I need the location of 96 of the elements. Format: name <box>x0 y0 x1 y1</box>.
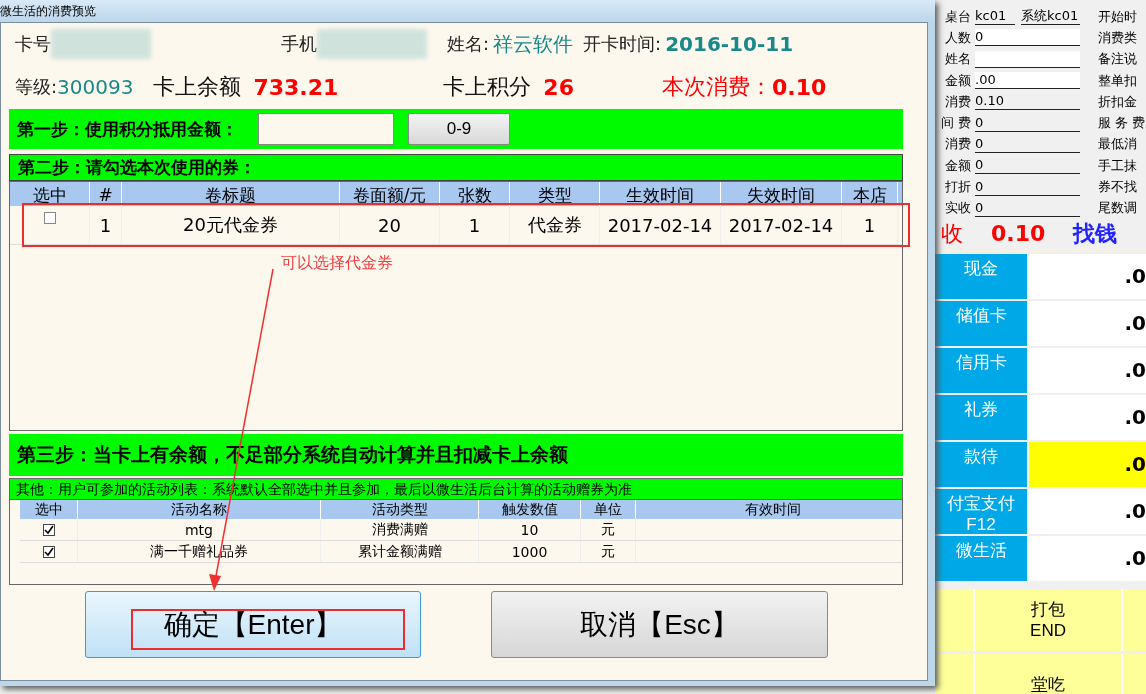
annotation-text: 可以选择代金券 <box>281 253 393 274</box>
card-label: 卡号 <box>15 32 51 56</box>
table-cell: 累计金额满赠 <box>357 542 442 561</box>
field-label: 金额 <box>944 156 971 175</box>
input-field[interactable]: 0 <box>975 199 1080 217</box>
phone-label: 手机 <box>281 32 317 56</box>
field-label: 服 务 费 <box>1098 114 1146 133</box>
column-header: 类型 <box>510 182 600 206</box>
input-field[interactable]: 系统kc01 <box>1021 8 1080 26</box>
table-cell: 2017-02-14 <box>721 206 842 244</box>
field-label: 最低消 <box>1098 135 1137 154</box>
table-cell: 20 <box>340 206 440 244</box>
open-date-label: 开卡时间: <box>583 32 662 56</box>
amount-field[interactable]: .0 <box>1029 488 1146 534</box>
checkbox[interactable] <box>42 523 55 536</box>
amount-field[interactable]: .0 <box>1029 394 1146 440</box>
field-label: 券不找 <box>1098 178 1137 196</box>
table-cell: 元 <box>601 520 615 539</box>
table-cell: 元 <box>601 542 615 561</box>
input-field[interactable]: 0 <box>975 114 1080 132</box>
column-header: 失效时间 <box>721 182 842 206</box>
level-label: 等级: <box>15 75 58 99</box>
column-header: 活动类型 <box>321 500 479 519</box>
column-header: 本店 <box>842 182 898 206</box>
column-header: 生效时间 <box>600 182 721 206</box>
field-label: 折扣金 <box>1098 92 1137 111</box>
input-field[interactable]: 0.10 <box>975 93 1080 111</box>
column-header: 选中 <box>20 500 78 519</box>
field-label: 整单扣 <box>1098 71 1137 90</box>
input-field[interactable]: .00 <box>975 72 1080 90</box>
field-label: 消费 <box>944 135 971 154</box>
member-name: 祥云软件 <box>493 30 574 58</box>
field-label: 消费 <box>944 92 971 111</box>
field-label: 尾数调 <box>1098 199 1137 218</box>
field-label: 消费类 <box>1098 28 1137 47</box>
amount-field[interactable]: .0 <box>1029 300 1146 346</box>
input-field[interactable]: kc01 <box>975 8 1015 26</box>
field-label: 姓名 <box>944 50 971 69</box>
column-header: 活动名称 <box>78 500 321 519</box>
amount-field[interactable]: .0 <box>1029 441 1146 487</box>
window-title: 微生活的消费预览 <box>0 2 96 20</box>
input-field[interactable]: 0 <box>975 135 1080 153</box>
column-header: 卷面额/元 <box>340 182 440 206</box>
table-cell: 消费满赠 <box>371 520 428 539</box>
balance-value: 733.21 <box>253 74 339 100</box>
column-header: 有效时间 <box>636 500 902 519</box>
field-label: 备注说 <box>1098 50 1137 69</box>
level-value: 300093 <box>57 75 134 99</box>
points-value: 26 <box>543 74 574 100</box>
field-label: 间 费 <box>939 114 971 133</box>
input-field[interactable] <box>975 50 1080 68</box>
table-cell: 1 <box>440 206 510 244</box>
table-cell: 1 <box>842 206 898 244</box>
dialog-button[interactable]: 确定【Enter】 <box>85 591 421 658</box>
checkbox[interactable] <box>43 212 56 224</box>
amount-field[interactable]: .0 <box>1029 535 1146 581</box>
points-input[interactable] <box>258 113 394 145</box>
field-label: 手工抹 <box>1098 156 1137 175</box>
table-cell: 1 <box>90 206 122 244</box>
change-label: 找钱 <box>1073 219 1118 248</box>
table-cell: 2017-02-14 <box>600 206 721 244</box>
table-cell: 1000 <box>511 543 548 560</box>
amount-field[interactable]: .0 <box>1029 347 1146 393</box>
field-label: 打折 <box>944 178 971 196</box>
input-field[interactable]: 0 <box>975 29 1080 47</box>
field-label: 实收 <box>944 199 971 218</box>
column-header: # <box>90 182 122 206</box>
step-title: 第二步：请勾选本次使用的券： <box>18 157 256 179</box>
due-label: 收 <box>941 219 963 248</box>
table-cell: 20元代金券 <box>122 206 340 244</box>
consume-value: 0.10 <box>771 74 827 100</box>
input-field[interactable]: 0 <box>975 178 1080 196</box>
field-label: 开始时 <box>1098 7 1137 26</box>
amount-field[interactable]: .0 <box>1029 253 1146 299</box>
points-label: 卡上积分 <box>443 73 532 101</box>
step-title: 第一步：使用积分抵用金额： <box>17 118 238 141</box>
column-header: 张数 <box>440 182 510 206</box>
field-label: 桌台 <box>944 7 971 26</box>
balance-label: 卡上余额 <box>153 73 242 101</box>
table-cell: 代金券 <box>510 206 600 244</box>
input-field[interactable]: 0 <box>975 157 1080 175</box>
checkbox[interactable] <box>42 545 55 558</box>
column-header: 触发数值 <box>479 500 581 519</box>
table-cell: 10 <box>520 521 539 538</box>
column-header: 单位 <box>581 500 636 519</box>
column-header: 选中 <box>10 182 90 206</box>
keypad-button[interactable]: 0-9 <box>408 113 510 145</box>
open-date: 2016-10-11 <box>665 32 794 56</box>
field-label: 人数 <box>944 28 971 47</box>
column-header: 卷标题 <box>122 182 340 206</box>
dialog-button[interactable]: 取消【Esc】 <box>491 591 828 658</box>
field-label: 金额 <box>944 71 971 90</box>
table-cell: mtg <box>185 521 213 538</box>
due-amount: 0.10 <box>991 221 1046 247</box>
consume-label: 本次消费： <box>661 73 772 101</box>
name-label: 姓名: <box>447 32 490 56</box>
